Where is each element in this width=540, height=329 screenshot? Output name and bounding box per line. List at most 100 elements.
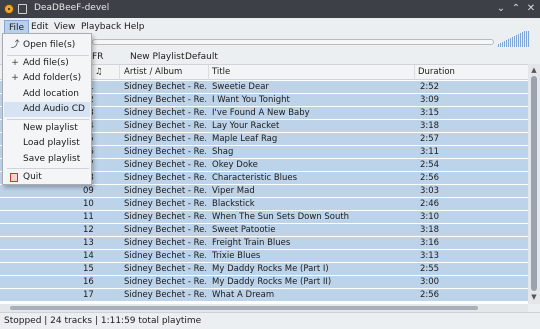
- quit-icon: [10, 173, 18, 182]
- column-header-duration[interactable]: Duration: [415, 65, 528, 80]
- menu-add-files[interactable]: + Add file(s): [4, 56, 90, 71]
- track-duration: 3:18: [420, 225, 440, 235]
- tab-partial[interactable]: FR: [92, 51, 103, 64]
- track-row[interactable]: 10 Sidney Bechet - Re... Blackstick 2:46: [0, 198, 528, 210]
- scroll-up-icon[interactable]: ▲: [530, 66, 538, 74]
- vertical-scrollbar[interactable]: ▲ ▼: [528, 64, 540, 304]
- track-number: 15: [83, 264, 94, 274]
- track-title: Shag: [212, 147, 234, 157]
- menu-add-audio-cd-label: Add Audio CD: [23, 104, 85, 114]
- track-duration: 3:03: [420, 186, 440, 196]
- pin-icon[interactable]: [18, 4, 27, 14]
- hscroll-thumb[interactable]: [10, 306, 478, 310]
- menu-add-folders[interactable]: + Add folder(s): [4, 71, 90, 86]
- file-menu: ⤴ Open file(s) + Add file(s) + Add folde…: [2, 33, 92, 185]
- track-title: My Daddy Rocks Me (Part I): [212, 264, 329, 274]
- status-bar: Stopped | 24 tracks | 1:11:59 total play…: [0, 312, 540, 329]
- menu-new-playlist-label: New playlist: [23, 123, 78, 133]
- track-title: Okey Doke: [212, 160, 258, 170]
- track-title: Freight Train Blues: [212, 238, 291, 248]
- app-icon: [4, 4, 14, 14]
- track-number: 10: [83, 199, 94, 209]
- menu-separator: [7, 168, 89, 169]
- menu-quit[interactable]: Quit: [4, 170, 90, 185]
- track-title: When The Sun Sets Down South: [212, 212, 350, 222]
- tab-default[interactable]: Default: [185, 51, 218, 64]
- open-icon: ⤴: [10, 40, 20, 50]
- column-header-artist[interactable]: Artist / Album: [121, 65, 209, 80]
- track-duration: 2:57: [420, 134, 440, 144]
- track-duration: 2:54: [420, 160, 440, 170]
- track-number: 14: [83, 251, 94, 261]
- tab-new-playlist[interactable]: New Playlist: [130, 51, 184, 64]
- track-artist: Sidney Bechet - Re...: [124, 251, 206, 261]
- track-artist: Sidney Bechet - Re...: [124, 108, 206, 118]
- plus-icon: +: [11, 58, 19, 68]
- track-number: 12: [83, 225, 94, 235]
- track-artist: Sidney Bechet - Re...: [124, 95, 206, 105]
- track-number: 17: [83, 290, 94, 300]
- track-duration: 3:09: [420, 95, 440, 105]
- track-row[interactable]: 09 Sidney Bechet - Re... Viper Mad 3:03: [0, 185, 528, 197]
- track-artist: Sidney Bechet - Re...: [124, 186, 206, 196]
- track-number: 09: [83, 186, 94, 196]
- maximize-icon[interactable]: ⌃: [509, 2, 523, 16]
- column-header-title[interactable]: Title: [209, 65, 415, 80]
- menu-quit-label: Quit: [23, 172, 42, 182]
- menu-open-files[interactable]: ⤴ Open file(s): [4, 38, 90, 53]
- track-title: Blackstick: [212, 199, 255, 209]
- menu-help[interactable]: Help: [120, 20, 149, 34]
- menu-file[interactable]: File: [4, 20, 30, 34]
- menu-view[interactable]: View: [50, 20, 79, 34]
- track-number: 13: [83, 238, 94, 248]
- menu-separator: [7, 119, 89, 120]
- track-artist: Sidney Bechet - Re...: [124, 238, 206, 248]
- scroll-down-icon[interactable]: ▼: [530, 293, 538, 301]
- horizontal-scrollbar[interactable]: [0, 304, 528, 312]
- track-row[interactable]: 11 Sidney Bechet - Re... When The Sun Sets…: [0, 211, 528, 223]
- track-artist: Sidney Bechet - Re...: [124, 264, 206, 274]
- track-artist: Sidney Bechet - Re...: [124, 277, 206, 287]
- column-header-number[interactable]: ♫: [92, 65, 120, 80]
- track-number: 11: [83, 212, 94, 222]
- track-row[interactable]: 16 Sidney Bechet - Re... My Daddy Rocks Me…: [0, 276, 528, 288]
- track-artist: Sidney Bechet - Re...: [124, 134, 206, 144]
- volume-bar[interactable]: [498, 31, 532, 47]
- track-row[interactable]: 14 Sidney Bechet - Re... Trixie Blues 3:13: [0, 250, 528, 262]
- menu-playback[interactable]: Playback: [77, 20, 125, 34]
- menu-load-playlist[interactable]: Load playlist: [4, 136, 90, 151]
- track-row[interactable]: 17 Sidney Bechet - Re... What A Dream 2:56: [0, 289, 528, 301]
- track-artist: Sidney Bechet - Re...: [124, 173, 206, 183]
- track-duration: 2:46: [420, 199, 440, 209]
- track-duration: 3:00: [420, 277, 440, 287]
- plus-icon: +: [11, 73, 19, 83]
- track-artist: Sidney Bechet - Re...: [124, 160, 206, 170]
- track-artist: Sidney Bechet - Re...: [124, 212, 206, 222]
- menu-add-audio-cd[interactable]: Add Audio CD: [4, 102, 90, 117]
- track-row[interactable]: 15 Sidney Bechet - Re... My Daddy Rocks Me…: [0, 263, 528, 275]
- menu-save-playlist[interactable]: Save playlist: [4, 152, 90, 167]
- track-duration: 3:10: [420, 212, 440, 222]
- track-artist: Sidney Bechet - Re...: [124, 225, 206, 235]
- menu-add-folders-label: Add folder(s): [23, 73, 82, 83]
- track-title: Characteristic Blues: [212, 173, 298, 183]
- track-number: 16: [83, 277, 94, 287]
- track-title: My Daddy Rocks Me (Part II): [212, 277, 332, 287]
- track-artist: Sidney Bechet - Re...: [124, 199, 206, 209]
- menu-add-location-label: Add location: [23, 89, 79, 99]
- menu-add-location[interactable]: Add location: [4, 87, 90, 102]
- seek-bar[interactable]: [92, 39, 494, 45]
- track-row[interactable]: 12 Sidney Bechet - Re... Sweet Patootie 3:1…: [0, 224, 528, 236]
- menu-edit[interactable]: Edit: [27, 20, 52, 34]
- scroll-thumb[interactable]: [531, 76, 537, 291]
- track-duration: 2:55: [420, 264, 440, 274]
- close-icon[interactable]: ✕: [524, 2, 538, 16]
- status-text: Stopped | 24 tracks | 1:11:59 total play…: [4, 316, 202, 326]
- track-row[interactable]: 13 Sidney Bechet - Re... Freight Train Blu…: [0, 237, 528, 249]
- minimize-icon[interactable]: ⌄: [494, 2, 508, 16]
- title-bar: DeaDBeeF-devel ⌄ ⌃ ✕: [0, 0, 540, 18]
- menu-load-playlist-label: Load playlist: [23, 138, 80, 148]
- track-duration: 3:18: [420, 121, 440, 131]
- menu-new-playlist[interactable]: New playlist: [4, 121, 90, 136]
- track-title: Viper Mad: [212, 186, 255, 196]
